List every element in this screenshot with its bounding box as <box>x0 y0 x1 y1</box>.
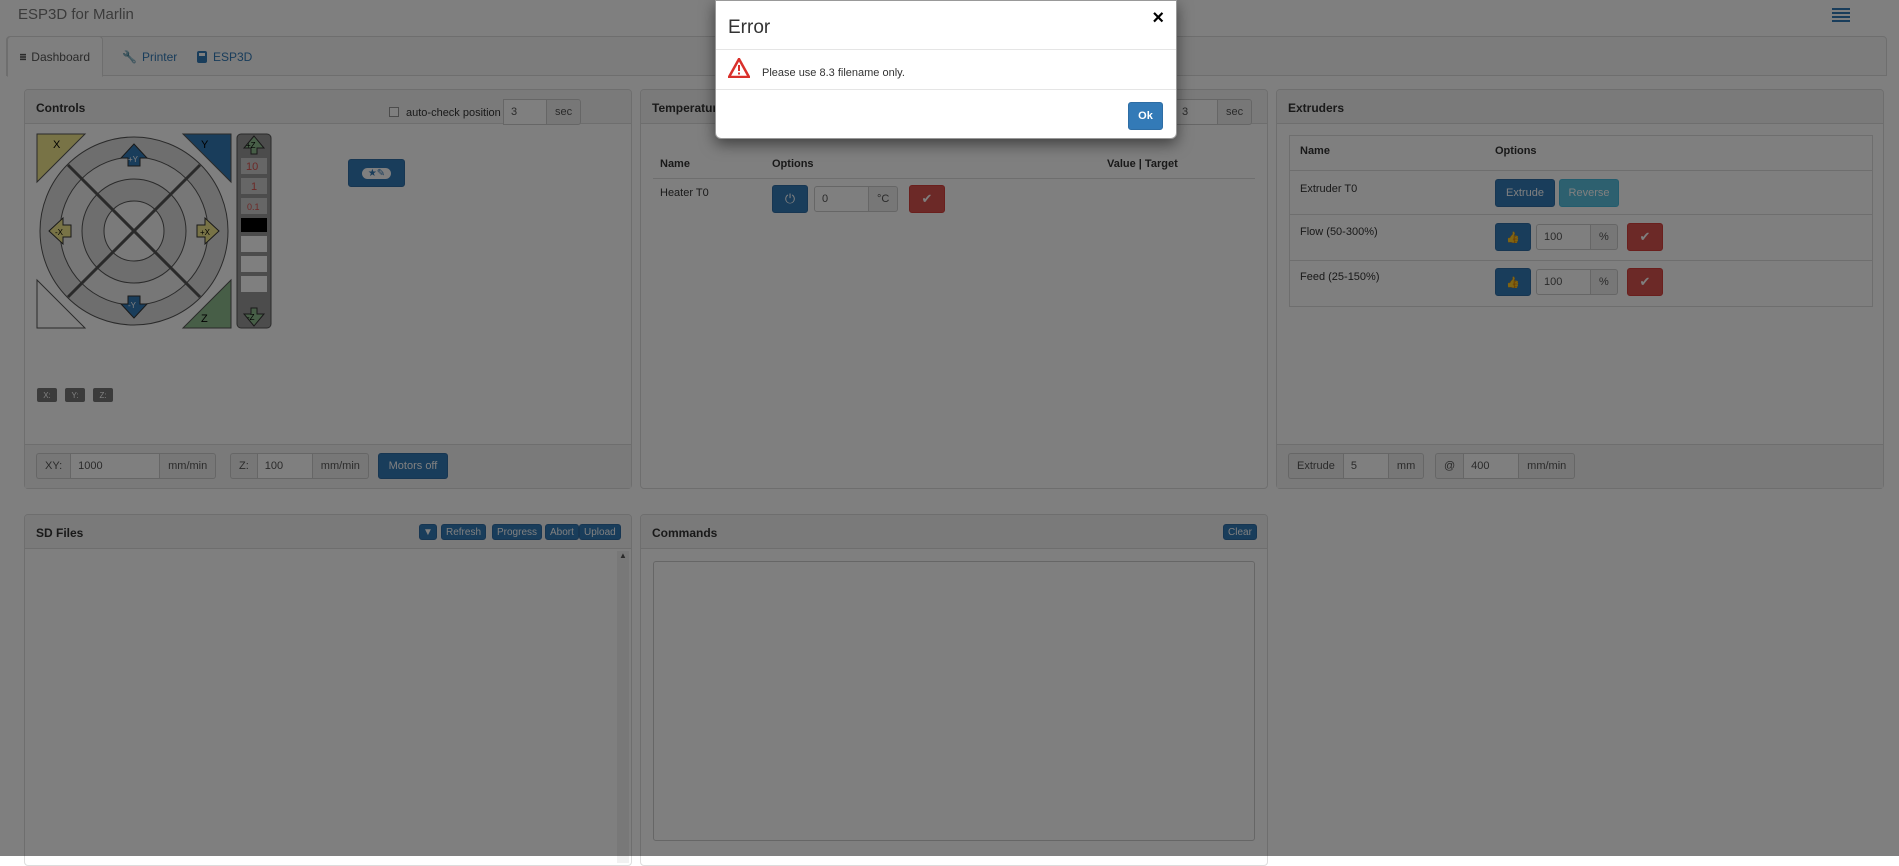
modal-title: Error <box>728 17 771 38</box>
ok-button[interactable]: Ok <box>1128 102 1163 130</box>
modal-message: Please use 8.3 filename only. <box>762 67 905 79</box>
close-icon[interactable]: × <box>1152 7 1164 30</box>
warning-icon <box>728 58 750 78</box>
error-modal: Error × Please use 8.3 filename only. Ok <box>715 0 1177 139</box>
modal-header-divider <box>716 49 1176 50</box>
modal-footer-divider <box>716 89 1176 90</box>
